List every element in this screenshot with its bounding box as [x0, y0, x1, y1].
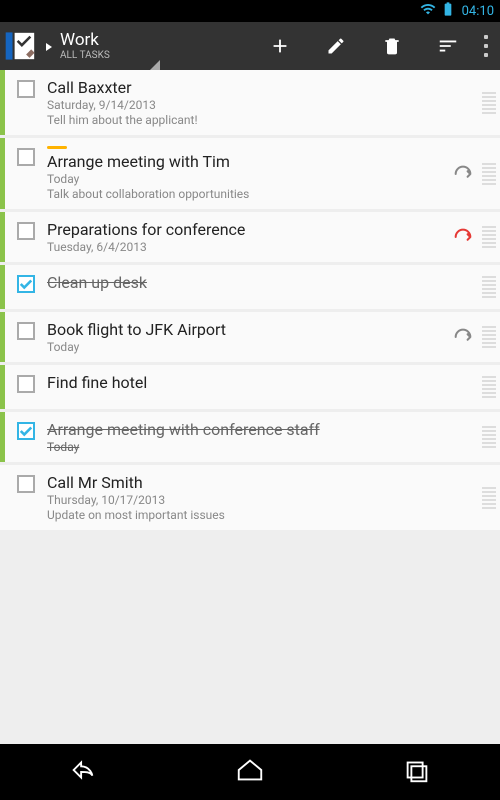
task-row[interactable]: Preparations for conferenceTuesday, 6/4/…	[0, 212, 500, 262]
task-checkbox[interactable]	[17, 375, 35, 393]
drag-handle[interactable]	[482, 70, 496, 135]
recurring-icon	[448, 138, 478, 209]
home-button[interactable]	[235, 755, 265, 789]
drag-handle[interactable]	[482, 365, 496, 409]
task-row[interactable]: Arrange meeting with TimTodayTalk about …	[0, 138, 500, 209]
list-selector[interactable]: Work ALL TASKS	[40, 22, 160, 70]
task-body[interactable]: Clean up desk	[47, 265, 448, 309]
task-checkbox[interactable]	[17, 148, 35, 166]
task-date: Today	[47, 340, 444, 354]
task-row[interactable]: Clean up desk	[0, 265, 500, 309]
task-title: Book flight to JFK Airport	[47, 320, 444, 339]
app-icon[interactable]	[4, 29, 38, 63]
task-body[interactable]: Call BaxxterSaturday, 9/14/2013Tell him …	[47, 70, 448, 135]
task-note: Tell him about the applicant!	[47, 113, 444, 127]
checkbox-wrap[interactable]	[5, 265, 47, 309]
task-date: Tuesday, 6/4/2013	[47, 240, 444, 254]
task-body[interactable]: Call Mr SmithThursday, 10/17/2013Update …	[47, 465, 448, 530]
edit-button[interactable]	[308, 22, 364, 70]
task-body[interactable]: Arrange meeting with conference staffTod…	[47, 412, 448, 462]
action-bar: Work ALL TASKS	[0, 22, 500, 70]
delete-button[interactable]	[364, 22, 420, 70]
drag-handle[interactable]	[482, 212, 496, 262]
priority-indicator	[47, 146, 67, 149]
task-row[interactable]: Find fine hotel	[0, 365, 500, 409]
status-time: 04:10	[462, 4, 494, 19]
task-title: Arrange meeting with conference staff	[47, 420, 444, 439]
task-list[interactable]: Call BaxxterSaturday, 9/14/2013Tell him …	[0, 70, 500, 744]
list-subtitle: ALL TASKS	[60, 51, 110, 61]
checkbox-wrap[interactable]	[5, 465, 47, 530]
task-title: Arrange meeting with Tim	[47, 152, 444, 171]
task-title: Preparations for conference	[47, 220, 444, 239]
task-body[interactable]: Find fine hotel	[47, 365, 448, 409]
back-button[interactable]	[68, 755, 98, 789]
chevron-right-icon	[44, 37, 54, 56]
sort-button[interactable]	[420, 22, 476, 70]
task-date: Thursday, 10/17/2013	[47, 493, 444, 507]
task-date: Today	[47, 440, 444, 454]
recent-apps-button[interactable]	[402, 755, 432, 789]
task-date: Today	[47, 172, 444, 186]
dropdown-indicator-icon	[150, 60, 160, 70]
task-row[interactable]: Call BaxxterSaturday, 9/14/2013Tell him …	[0, 70, 500, 135]
drag-handle[interactable]	[482, 138, 496, 209]
recurring-icon	[448, 212, 478, 262]
drag-handle[interactable]	[482, 265, 496, 309]
task-row[interactable]: Arrange meeting with conference staffTod…	[0, 412, 500, 462]
task-title: Clean up desk	[47, 273, 444, 292]
checkbox-wrap[interactable]	[5, 365, 47, 409]
task-title: Call Baxxter	[47, 78, 444, 97]
task-title: Find fine hotel	[47, 373, 444, 392]
task-checkbox[interactable]	[17, 475, 35, 493]
task-row[interactable]: Call Mr SmithThursday, 10/17/2013Update …	[0, 465, 500, 530]
task-checkbox[interactable]	[17, 222, 35, 240]
checkbox-wrap[interactable]	[5, 70, 47, 135]
checkbox-wrap[interactable]	[5, 412, 47, 462]
task-note: Talk about collaboration opportunities	[47, 187, 444, 201]
checkbox-wrap[interactable]	[5, 212, 47, 262]
add-button[interactable]	[252, 22, 308, 70]
drag-handle[interactable]	[482, 312, 496, 362]
task-checkbox[interactable]	[17, 80, 35, 98]
android-status-bar: 04:10	[0, 0, 500, 22]
checkbox-wrap[interactable]	[5, 312, 47, 362]
task-body[interactable]: Arrange meeting with TimTodayTalk about …	[47, 138, 448, 209]
task-date: Saturday, 9/14/2013	[47, 98, 444, 112]
checkbox-wrap[interactable]	[5, 138, 47, 209]
task-note: Update on most important issues	[47, 508, 444, 522]
battery-icon	[440, 1, 456, 21]
list-title: Work	[60, 32, 110, 49]
task-body[interactable]: Book flight to JFK AirportToday	[47, 312, 448, 362]
android-nav-bar	[0, 744, 500, 800]
task-row[interactable]: Book flight to JFK AirportToday	[0, 312, 500, 362]
task-title: Call Mr Smith	[47, 473, 444, 492]
overflow-menu-button[interactable]	[476, 35, 496, 57]
drag-handle[interactable]	[482, 412, 496, 462]
recurring-icon	[448, 312, 478, 362]
drag-handle[interactable]	[482, 465, 496, 530]
task-checkbox[interactable]	[17, 275, 35, 293]
task-checkbox[interactable]	[17, 322, 35, 340]
task-body[interactable]: Preparations for conferenceTuesday, 6/4/…	[47, 212, 448, 262]
wifi-icon	[420, 1, 436, 21]
task-checkbox[interactable]	[17, 422, 35, 440]
